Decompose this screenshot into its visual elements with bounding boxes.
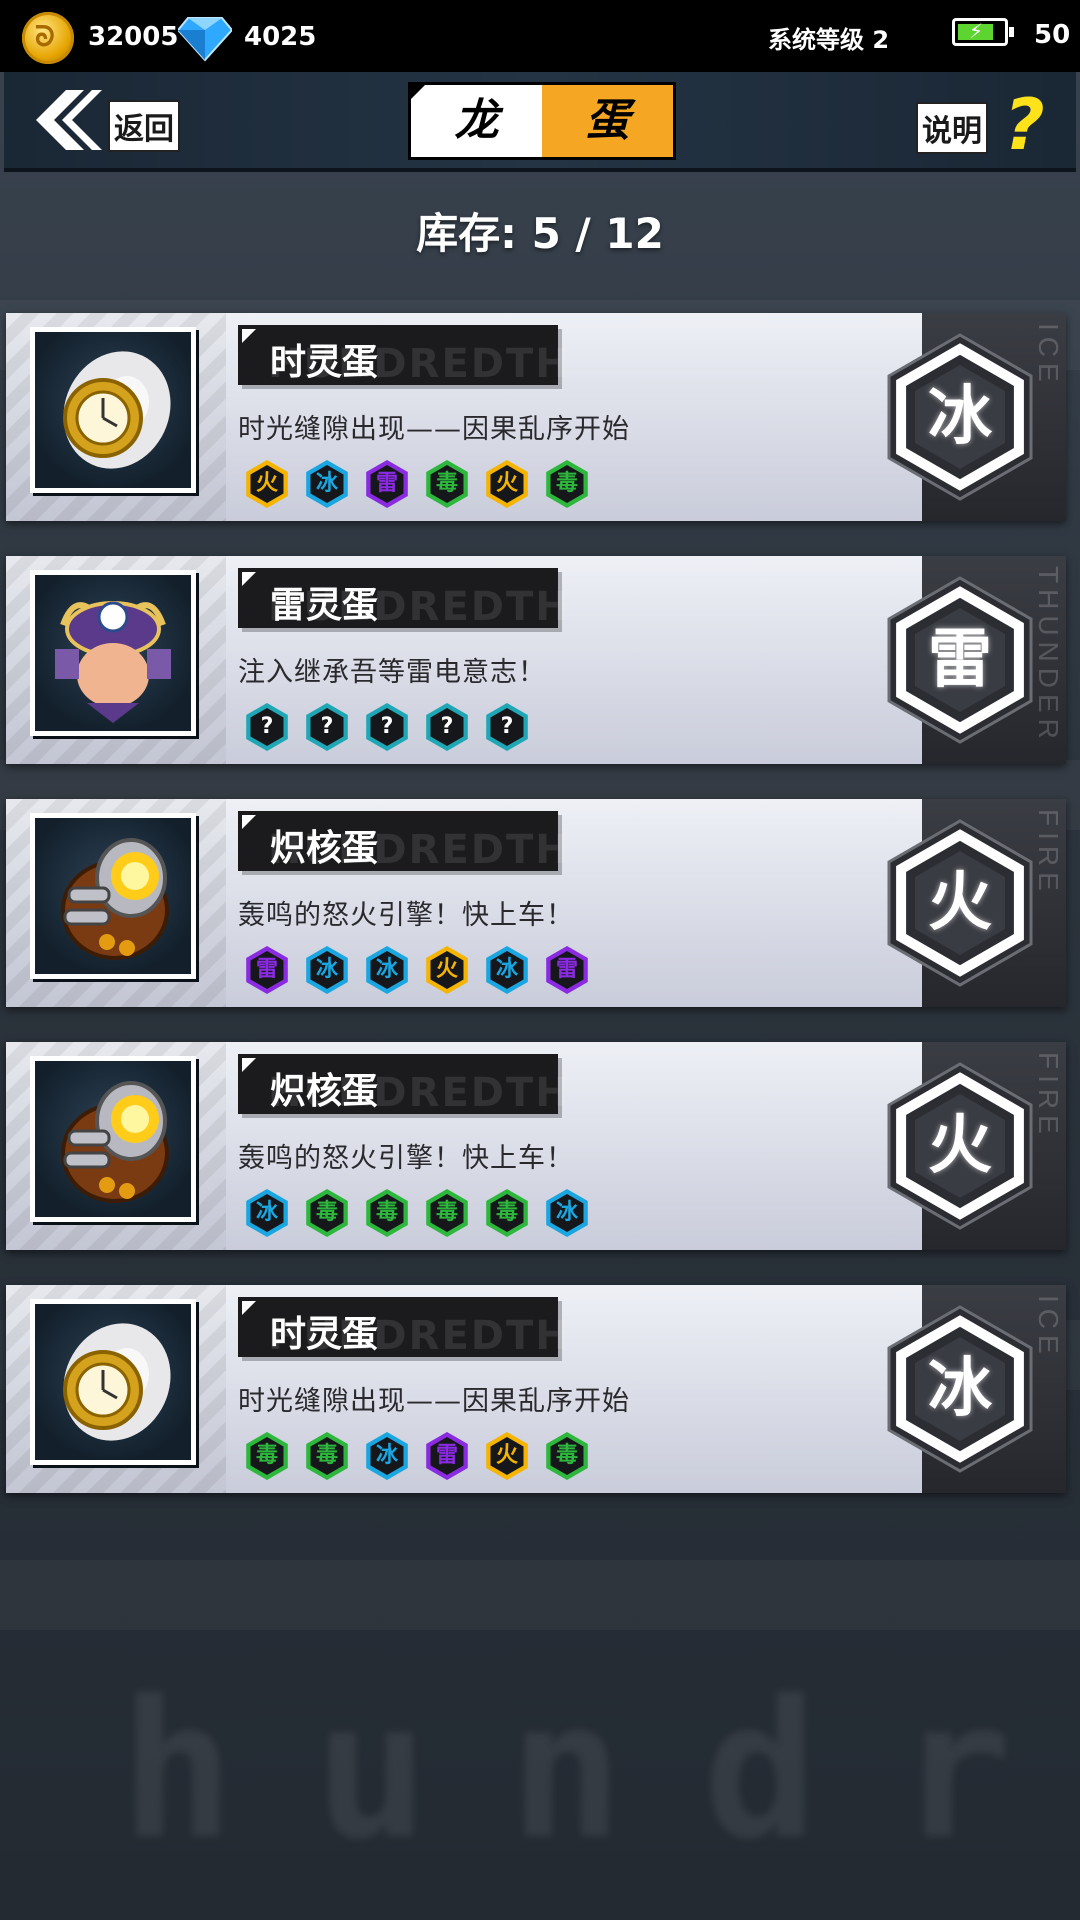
egg-description: 时光缝隙出现——因果乱序开始	[238, 1386, 630, 1417]
type-badge: 冰	[874, 1303, 1046, 1475]
egg-name: 炽核蛋	[270, 828, 379, 869]
element-hex-icon: ?	[362, 700, 412, 754]
egg-name: 时灵蛋	[270, 342, 379, 383]
element-hex-icon: 雷	[422, 1429, 472, 1483]
battery-level: 50	[1034, 20, 1071, 50]
egg-name: 雷灵蛋	[270, 585, 379, 626]
type-badge-label: 火	[928, 1109, 992, 1183]
egg-name-bar: HUNDREDTH 时灵蛋	[238, 325, 569, 387]
clock-egg-icon	[30, 327, 196, 493]
element-hex-icon: 冰	[482, 943, 532, 997]
type-badge-label: 冰	[928, 1352, 992, 1426]
help-button[interactable]: 说明 ?	[916, 84, 1056, 166]
header: 返回 龙 蛋 说明 ?	[4, 72, 1076, 172]
egg-name: 炽核蛋	[270, 1071, 379, 1112]
clock-egg-icon	[30, 1299, 196, 1465]
coin-count: 32005	[88, 22, 179, 52]
title-right: 蛋	[542, 85, 673, 157]
element-hex-icon: ?	[302, 700, 352, 754]
element-icons: 雷冰冰火冰雷	[242, 943, 602, 997]
title-left: 龙	[411, 85, 542, 157]
element-icons: 毒毒冰雷火毒	[242, 1429, 602, 1483]
element-hex-icon: 火	[422, 943, 472, 997]
element-hex-icon: 毒	[302, 1186, 352, 1240]
inventory-count: 库存: 5 / 12	[416, 209, 664, 258]
type-badge-label: 火	[928, 866, 992, 940]
egg-name-bar: HUNDREDTH 炽核蛋	[238, 1054, 569, 1116]
element-hex-icon: 毒	[302, 1429, 352, 1483]
back-button[interactable]: 返回	[32, 88, 192, 152]
element-hex-icon: ?	[242, 700, 292, 754]
element-hex-icon: 毒	[242, 1429, 292, 1483]
egg-description: 时光缝隙出现——因果乱序开始	[238, 414, 630, 445]
help-label: 说明	[916, 102, 988, 154]
element-hex-icon: 毒	[542, 457, 592, 511]
background-text: hundr	[120, 1660, 1080, 1881]
type-badge: 火	[874, 1060, 1046, 1232]
egg-card[interactable]: HUNDREDTH 炽核蛋 轰鸣的怒火引擎！快上车！冰毒毒毒毒冰 FIRE 火	[6, 1042, 1066, 1250]
element-hex-icon: 毒	[362, 1186, 412, 1240]
coin-icon: ᘐ	[22, 12, 74, 64]
engine-egg-icon	[30, 813, 196, 979]
egg-card[interactable]: HUNDREDTH 雷灵蛋 注入继承吾等雷电意志！????? THUNDER 雷	[6, 556, 1066, 764]
status-bar: ᘐ 32005 4025 系统等级 2 ⚡ 50	[0, 0, 1080, 72]
element-hex-icon: 毒	[542, 1429, 592, 1483]
double-chevron-left-icon	[36, 90, 102, 150]
system-level: 系统等级 2	[768, 26, 890, 54]
samurai-egg-icon	[30, 570, 196, 736]
element-hex-icon: 雷	[542, 943, 592, 997]
egg-description: 注入继承吾等雷电意志！	[238, 657, 546, 688]
element-hex-icon: 毒	[422, 457, 472, 511]
egg-name-bar: HUNDREDTH 炽核蛋	[238, 811, 569, 873]
element-hex-icon: 雷	[362, 457, 412, 511]
element-hex-icon: 冰	[362, 1429, 412, 1483]
type-badge: 火	[874, 817, 1046, 989]
page-title: 龙 蛋	[408, 82, 676, 160]
egg-description: 轰鸣的怒火引擎！快上车！	[238, 900, 574, 931]
element-hex-icon: 雷	[242, 943, 292, 997]
element-icons: ?????	[242, 700, 542, 754]
back-label: 返回	[108, 100, 180, 152]
type-badge-label: 冰	[928, 380, 992, 454]
element-hex-icon: ?	[482, 700, 532, 754]
element-hex-icon: 冰	[302, 943, 352, 997]
egg-card[interactable]: HUNDREDTH 时灵蛋 时光缝隙出现——因果乱序开始毒毒冰雷火毒 ICE 冰	[6, 1285, 1066, 1493]
type-badge: 冰	[874, 331, 1046, 503]
element-hex-icon: 火	[242, 457, 292, 511]
type-badge: 雷	[874, 574, 1046, 746]
engine-egg-icon	[30, 1056, 196, 1222]
gem-count: 4025	[244, 22, 317, 52]
element-hex-icon: 毒	[482, 1186, 532, 1240]
element-icons: 火冰雷毒火毒	[242, 457, 602, 511]
element-hex-icon: ?	[422, 700, 472, 754]
element-hex-icon: 火	[482, 457, 532, 511]
battery-icon: ⚡	[952, 18, 1014, 46]
element-hex-icon: 毒	[422, 1186, 472, 1240]
diamond-icon	[178, 17, 232, 62]
question-mark-icon: ?	[1004, 84, 1045, 166]
element-icons: 冰毒毒毒毒冰	[242, 1186, 602, 1240]
element-hex-icon: 火	[482, 1429, 532, 1483]
type-badge-label: 雷	[928, 623, 992, 697]
egg-card[interactable]: HUNDREDTH 炽核蛋 轰鸣的怒火引擎！快上车！雷冰冰火冰雷 FIRE 火	[6, 799, 1066, 1007]
egg-name-bar: HUNDREDTH 时灵蛋	[238, 1297, 569, 1359]
egg-card[interactable]: HUNDREDTH 时灵蛋 时光缝隙出现——因果乱序开始火冰雷毒火毒 ICE 冰	[6, 313, 1066, 521]
egg-name-bar: HUNDREDTH 雷灵蛋	[238, 568, 569, 630]
egg-description: 轰鸣的怒火引擎！快上车！	[238, 1143, 574, 1174]
element-hex-icon: 冰	[302, 457, 352, 511]
egg-name: 时灵蛋	[270, 1314, 379, 1355]
element-hex-icon: 冰	[362, 943, 412, 997]
element-hex-icon: 冰	[542, 1186, 592, 1240]
element-hex-icon: 冰	[242, 1186, 292, 1240]
